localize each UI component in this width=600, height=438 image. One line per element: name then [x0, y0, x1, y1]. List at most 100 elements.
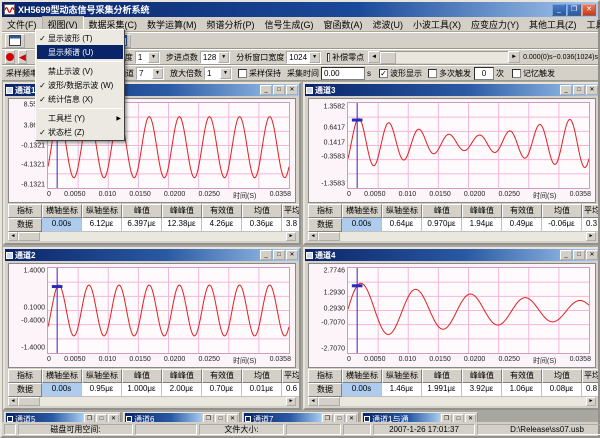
table-hscrollbar[interactable]: ◄►	[8, 232, 296, 241]
minimized-window-title[interactable]: 通道1与通	[363, 413, 440, 422]
channel-close-button[interactable]: ✕	[586, 250, 598, 260]
minimized-channel-window[interactable]: 通道7❐□✕	[242, 412, 359, 422]
scroll-right-icon[interactable]: ►	[586, 397, 596, 406]
channel-title-bar[interactable]: 通道4_□✕	[305, 249, 598, 261]
minimized-maximize-button[interactable]: □	[215, 414, 226, 422]
chevron-down-icon[interactable]: ▼	[218, 52, 229, 63]
multi-trigger-count-input[interactable]: 0	[474, 67, 494, 80]
channel-maximize-button[interactable]: □	[573, 250, 585, 260]
minimized-maximize-button[interactable]: □	[453, 414, 464, 422]
data-row-button[interactable]: 数据	[8, 218, 42, 232]
minimized-maximize-button[interactable]: □	[96, 414, 107, 422]
close-button[interactable]: ✕	[582, 4, 596, 16]
waveform-plot[interactable]: 1.35820.64170.1417-0.3583-1.358300.00500…	[308, 98, 596, 203]
minimized-channel-window[interactable]: 通道1与通❐□✕	[361, 412, 478, 422]
menubar-item[interactable]: 应变应力(Y)	[466, 17, 524, 32]
chevron-down-icon[interactable]: ▼	[309, 52, 320, 63]
table-hscrollbar[interactable]: ◄►	[308, 232, 596, 241]
chevron-down-icon[interactable]: ▼	[152, 68, 163, 79]
data-row-button[interactable]: 数据	[8, 383, 42, 397]
view-menu-item[interactable]: 工具栏 (Y)▶	[37, 111, 123, 125]
table-hscrollbar[interactable]: ◄►	[308, 397, 596, 406]
minimized-close-button[interactable]: ✕	[108, 414, 119, 422]
plot-area[interactable]	[47, 267, 290, 354]
minimized-close-button[interactable]: ✕	[227, 414, 238, 422]
data-row-button[interactable]: 数据	[308, 218, 342, 232]
gain-select[interactable]: 1▼	[204, 67, 232, 80]
rewind-button[interactable]: ◀	[18, 50, 27, 64]
channel-maximize-button[interactable]: □	[573, 85, 585, 95]
plot-area[interactable]	[347, 102, 590, 189]
sample-hold-checkbox[interactable]	[238, 69, 247, 78]
minimized-window-title[interactable]: 通道7	[244, 413, 321, 422]
view-menu-item[interactable]: ✓状态栏 (Z)	[37, 125, 123, 139]
scroll-left-icon[interactable]: ◄	[308, 232, 318, 241]
scrollbar-track[interactable]	[18, 232, 286, 241]
scrollbar-thumb[interactable]	[18, 397, 40, 406]
minimized-restore-button[interactable]: ❐	[322, 414, 333, 422]
multi-trigger-checkbox[interactable]	[428, 69, 437, 78]
view-menu-item[interactable]: 禁止示波 (V)	[37, 64, 123, 78]
minimized-restore-button[interactable]: ❐	[203, 414, 214, 422]
waveform-plot[interactable]: 2.77461.29300.2930-0.7070-2.707000.00500…	[308, 263, 596, 368]
scrollbar-thumb[interactable]	[318, 397, 340, 406]
scroll-right-icon[interactable]: ►	[286, 232, 296, 241]
maximize-button[interactable]: ❐	[567, 4, 581, 16]
scroll-left-icon[interactable]: ◄	[308, 397, 318, 406]
minimized-maximize-button[interactable]: □	[334, 414, 345, 422]
scrollbar-thumb[interactable]	[18, 232, 40, 241]
playback-speed-select[interactable]: 1▼	[135, 51, 160, 64]
chevron-down-icon[interactable]: ▼	[220, 68, 231, 79]
compensate-zero-checkbox[interactable]	[327, 53, 330, 62]
view-menu-item[interactable]: ✓统计信息 (X)	[37, 92, 123, 106]
channel-maximize-button[interactable]: □	[273, 85, 285, 95]
scroll-left-icon[interactable]: ◄	[368, 51, 380, 63]
scrollbar-track[interactable]	[318, 397, 586, 406]
memory-trigger-checkbox[interactable]	[512, 69, 521, 78]
scrollbar-thumb[interactable]	[380, 52, 396, 64]
channel-maximize-button[interactable]: □	[273, 250, 285, 260]
scroll-left-icon[interactable]: ◄	[8, 397, 18, 406]
channel-title-bar[interactable]: 通道3_□✕	[305, 84, 598, 96]
minimized-channel-window[interactable]: 通道5❐□✕	[4, 412, 121, 422]
menubar-item[interactable]: 滤波(U)	[368, 17, 409, 32]
scroll-left-icon[interactable]: ◄	[8, 232, 18, 241]
view-menu-item[interactable]: ✓波形/数据示波 (W)	[37, 78, 123, 92]
scrollbar-thumb[interactable]	[318, 232, 340, 241]
wave-display-checkbox[interactable]: ✓	[379, 69, 388, 78]
channel-close-button[interactable]: ✕	[586, 85, 598, 95]
data-row-button[interactable]: 数据	[308, 383, 342, 397]
step-points-select[interactable]: 128▼	[200, 51, 230, 64]
waveform-plot[interactable]: 1.40000.1000-0.4000-1.400000.00500.0100.…	[8, 263, 296, 368]
channel-minimize-button[interactable]: _	[560, 250, 572, 260]
minimized-restore-button[interactable]: ❐	[441, 414, 452, 422]
minimized-window-title[interactable]: 通道6	[125, 413, 202, 422]
scrollbar-track[interactable]	[318, 232, 586, 241]
chevron-down-icon[interactable]: ▼	[148, 52, 159, 63]
menubar-item[interactable]: 小波工具(X)	[408, 17, 466, 32]
record-button[interactable]	[5, 50, 15, 64]
scroll-right-icon[interactable]: ►	[508, 51, 520, 63]
channel-close-button[interactable]: ✕	[286, 250, 298, 260]
channel-close-button[interactable]: ✕	[286, 85, 298, 95]
minimized-restore-button[interactable]: ❐	[84, 414, 95, 422]
view-menu-item[interactable]: ✓显示波形 (T)	[37, 31, 123, 45]
channel-title-bar[interactable]: 通道2_□✕	[5, 249, 299, 261]
scroll-right-icon[interactable]: ►	[586, 232, 596, 241]
new-window-button[interactable]	[5, 34, 25, 48]
minimized-close-button[interactable]: ✕	[465, 414, 476, 422]
end-channel-select[interactable]: 7▼	[136, 67, 164, 80]
minimized-channel-window[interactable]: 通道6❐□✕	[123, 412, 240, 422]
analysis-window-select[interactable]: 1024▼	[286, 51, 321, 64]
table-hscrollbar[interactable]: ◄►	[8, 397, 296, 406]
minimize-button[interactable]: _	[552, 4, 566, 16]
minimized-close-button[interactable]: ✕	[346, 414, 357, 422]
minimized-window-title[interactable]: 通道5	[6, 413, 83, 422]
channel-minimize-button[interactable]: _	[260, 85, 272, 95]
scroll-right-icon[interactable]: ►	[286, 397, 296, 406]
plot-area[interactable]	[347, 267, 590, 354]
menubar-item[interactable]: 窗函数(A)	[319, 17, 368, 32]
menubar-item[interactable]: 数学运算(M)	[142, 17, 202, 32]
collect-time-input[interactable]: 0.00	[321, 67, 365, 80]
view-menu-item[interactable]: 显示频谱 (U)	[37, 45, 123, 59]
